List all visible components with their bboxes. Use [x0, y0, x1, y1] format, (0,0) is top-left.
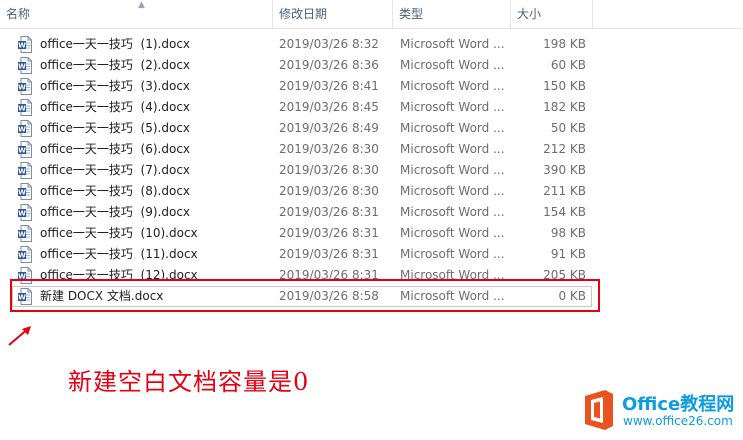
- file-size: 98 KB: [550, 226, 586, 240]
- column-name-label: 名称: [6, 7, 31, 21]
- svg-text:W: W: [18, 252, 26, 260]
- office-logo-icon: [585, 390, 613, 430]
- file-size: 50 KB: [550, 121, 586, 135]
- file-type: Microsoft Word ...: [400, 121, 505, 135]
- word-document-icon: W: [18, 141, 32, 158]
- column-header-size[interactable]: 大小: [511, 0, 593, 28]
- file-row[interactable]: Woffice一天一技巧 (4).docx 2019/03/26 8:45 Micr…: [12, 97, 592, 118]
- svg-text:W: W: [18, 63, 26, 71]
- file-row[interactable]: Woffice一天一技巧 (7).docx 2019/03/26 8:30 Micr…: [12, 160, 592, 181]
- file-type: Microsoft Word ...: [400, 226, 505, 240]
- file-type: Microsoft Word ...: [400, 142, 505, 156]
- svg-text:W: W: [18, 210, 26, 218]
- svg-text:W: W: [18, 105, 26, 113]
- column-type-label: 类型: [399, 7, 424, 21]
- file-name: office一天一技巧 (5).docx: [40, 121, 191, 135]
- file-size: 212 KB: [543, 142, 586, 156]
- column-date-label: 修改日期: [279, 7, 328, 21]
- file-row[interactable]: Woffice一天一技巧 (10).docx 2019/03/26 8:31 Mic…: [12, 223, 592, 244]
- file-row[interactable]: Woffice一天一技巧 (6).docx 2019/03/26 8:30 Micr…: [12, 139, 592, 160]
- file-size: 91 KB: [550, 247, 586, 261]
- column-size-label: 大小: [517, 7, 542, 21]
- word-document-icon: W: [18, 78, 32, 95]
- file-name: office一天一技巧 (4).docx: [40, 100, 191, 114]
- file-row[interactable]: Woffice一天一技巧 (2).docx 2019/03/26 8:36 Micr…: [12, 55, 592, 76]
- column-header-name[interactable]: 名称 ▲: [0, 0, 273, 28]
- logo-title: Office教程网: [622, 394, 735, 415]
- logo-subtitle: www.office26.com: [623, 414, 733, 428]
- file-size: 390 KB: [543, 163, 586, 177]
- svg-text:W: W: [18, 84, 26, 92]
- file-type: Microsoft Word ...: [400, 205, 505, 219]
- svg-text:W: W: [18, 42, 26, 50]
- word-document-icon: W: [18, 57, 32, 74]
- file-date: 2019/03/26 8:30: [279, 184, 379, 198]
- file-name: office一天一技巧 (9).docx: [40, 205, 191, 219]
- word-document-icon: W: [18, 225, 32, 242]
- file-date: 2019/03/26 8:41: [279, 79, 379, 93]
- file-date: 2019/03/26 8:30: [279, 163, 379, 177]
- file-date: 2019/03/26 8:32: [279, 37, 379, 51]
- file-size: 198 KB: [543, 37, 586, 51]
- file-size: 154 KB: [543, 205, 586, 219]
- file-type: Microsoft Word ...: [400, 58, 505, 72]
- svg-text:W: W: [18, 126, 26, 134]
- file-row[interactable]: Woffice一天一技巧 (11).docx 2019/03/26 8:31 Mic…: [12, 244, 592, 265]
- file-date: 2019/03/26 8:45: [279, 100, 379, 114]
- file-name: office一天一技巧 (3).docx: [40, 79, 191, 93]
- file-name: office一天一技巧 (11).docx: [40, 247, 198, 261]
- file-row[interactable]: Woffice一天一技巧 (1).docx 2019/03/26 8:32 Micr…: [12, 34, 592, 55]
- file-type: Microsoft Word ...: [400, 100, 505, 114]
- file-date: 2019/03/26 8:36: [279, 58, 379, 72]
- file-row[interactable]: Woffice一天一技巧 (3).docx 2019/03/26 8:41 Micr…: [12, 76, 592, 97]
- file-size: 60 KB: [550, 58, 586, 72]
- svg-text:W: W: [18, 168, 26, 176]
- file-name: office一天一技巧 (8).docx: [40, 184, 191, 198]
- file-name: office一天一技巧 (10).docx: [40, 226, 198, 240]
- column-header-type[interactable]: 类型: [393, 0, 511, 28]
- file-type: Microsoft Word ...: [400, 37, 505, 51]
- word-document-icon: W: [18, 120, 32, 137]
- file-size: 182 KB: [543, 100, 586, 114]
- word-document-icon: W: [18, 99, 32, 116]
- svg-text:W: W: [18, 189, 26, 197]
- file-date: 2019/03/26 8:31: [279, 226, 379, 240]
- column-header: 名称 ▲ 修改日期 类型 大小: [0, 0, 743, 29]
- column-header-date[interactable]: 修改日期: [273, 0, 393, 28]
- file-date: 2019/03/26 8:31: [279, 205, 379, 219]
- file-row[interactable]: Woffice一天一技巧 (8).docx 2019/03/26 8:30 Micr…: [12, 181, 592, 202]
- file-date: 2019/03/26 8:31: [279, 247, 379, 261]
- file-type: Microsoft Word ...: [400, 79, 505, 93]
- sort-ascending-icon: ▲: [138, 0, 145, 10]
- file-row[interactable]: Woffice一天一技巧 (9).docx 2019/03/26 8:31 Micr…: [12, 202, 592, 223]
- word-document-icon: W: [18, 36, 32, 53]
- file-size: 211 KB: [543, 184, 586, 198]
- file-name: office一天一技巧 (6).docx: [40, 142, 191, 156]
- file-name: office一天一技巧 (1).docx: [40, 37, 191, 51]
- word-document-icon: W: [18, 162, 32, 179]
- file-size: 150 KB: [543, 79, 586, 93]
- file-type: Microsoft Word ...: [400, 247, 505, 261]
- file-type: Microsoft Word ...: [400, 184, 505, 198]
- word-document-icon: W: [18, 183, 32, 200]
- file-date: 2019/03/26 8:30: [279, 142, 379, 156]
- annotation-text: 新建空白文档容量是0: [68, 368, 310, 396]
- svg-text:W: W: [18, 231, 26, 239]
- file-name: office一天一技巧 (2).docx: [40, 58, 191, 72]
- highlight-box: [10, 279, 600, 312]
- arrow-icon: [8, 326, 31, 346]
- word-document-icon: W: [18, 204, 32, 221]
- file-date: 2019/03/26 8:49: [279, 121, 379, 135]
- file-type: Microsoft Word ...: [400, 163, 505, 177]
- word-document-icon: W: [18, 246, 32, 263]
- svg-text:W: W: [18, 147, 26, 155]
- file-name: office一天一技巧 (7).docx: [40, 163, 191, 177]
- file-row[interactable]: Woffice一天一技巧 (5).docx 2019/03/26 8:49 Micr…: [12, 118, 592, 139]
- office26-logo: Office教程网 www.office26.com: [579, 386, 739, 436]
